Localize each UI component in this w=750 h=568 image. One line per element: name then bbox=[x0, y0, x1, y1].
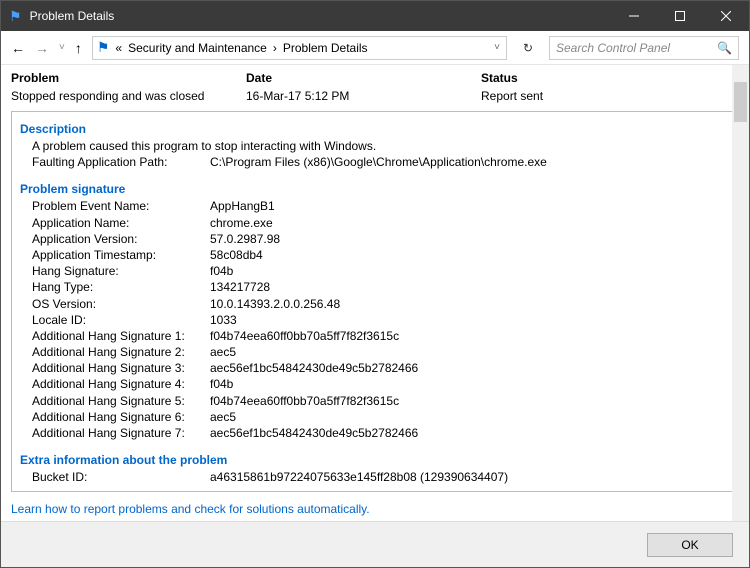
kv-value: aec5 bbox=[210, 409, 730, 425]
section-description: Description bbox=[20, 122, 730, 136]
kv-label: Application Name: bbox=[20, 215, 210, 231]
breadcrumb-item[interactable]: Problem Details bbox=[283, 41, 368, 55]
breadcrumb-sep: › bbox=[273, 41, 277, 55]
forward-button[interactable]: → bbox=[35, 40, 49, 56]
maximize-button[interactable] bbox=[657, 1, 703, 31]
kv-label: Locale ID: bbox=[20, 312, 210, 328]
kv-label: Bucket ID: bbox=[20, 469, 210, 485]
header-status: Status bbox=[481, 71, 739, 85]
kv-value: f04b74eea60ff0bb70a5ff7f82f3615c bbox=[210, 328, 730, 344]
faulting-path-value: C:\Program Files (x86)\Google\Chrome\App… bbox=[210, 154, 730, 170]
kv-value: f04b bbox=[210, 376, 730, 392]
kv-value: 57.0.2987.98 bbox=[210, 231, 730, 247]
kv-label: Application Timestamp: bbox=[20, 247, 210, 263]
flag-icon: ⚑ bbox=[97, 39, 110, 56]
summary-date: 16-Mar-17 5:12 PM bbox=[246, 89, 481, 103]
kv-label: Additional Hang Signature 4: bbox=[20, 376, 210, 392]
scrollbar[interactable] bbox=[732, 65, 749, 521]
close-button[interactable] bbox=[703, 1, 749, 31]
titlebar: ⚑ Problem Details bbox=[1, 1, 749, 31]
kv-value: f04b bbox=[210, 263, 730, 279]
summary-status: Report sent bbox=[481, 89, 739, 103]
detail-box: Description A problem caused this progra… bbox=[11, 111, 739, 492]
toolbar: ← → ˅ ↑ ⚑ « Security and Maintenance › P… bbox=[1, 31, 749, 65]
kv-label: Hang Signature: bbox=[20, 263, 210, 279]
button-row: OK bbox=[1, 521, 749, 567]
scrollbar-thumb[interactable] bbox=[734, 82, 747, 122]
minimize-button[interactable] bbox=[611, 1, 657, 31]
kv-label: Problem Event Name: bbox=[20, 198, 210, 214]
summary-row: Stopped responding and was closed 16-Mar… bbox=[11, 89, 739, 103]
address-bar[interactable]: ⚑ « Security and Maintenance › Problem D… bbox=[92, 36, 507, 60]
kv-value: aec56ef1bc54842430de49c5b2782466 bbox=[210, 360, 730, 376]
learn-link[interactable]: Learn how to report problems and check f… bbox=[11, 502, 739, 516]
kv-label: Additional Hang Signature 7: bbox=[20, 425, 210, 441]
recent-dropdown[interactable]: ˅ bbox=[59, 42, 65, 53]
kv-value: chrome.exe bbox=[210, 215, 730, 231]
back-button[interactable]: ← bbox=[11, 40, 25, 56]
kv-label: Additional Hang Signature 6: bbox=[20, 409, 210, 425]
kv-label: Additional Hang Signature 1: bbox=[20, 328, 210, 344]
refresh-button[interactable]: ↻ bbox=[517, 41, 539, 55]
header-problem: Problem bbox=[11, 71, 246, 85]
kv-label: Additional Hang Signature 3: bbox=[20, 360, 210, 376]
breadcrumb-prefix: « bbox=[115, 41, 122, 55]
section-signature: Problem signature bbox=[20, 182, 730, 196]
kv-label: Additional Hang Signature 2: bbox=[20, 344, 210, 360]
column-headers: Problem Date Status bbox=[11, 71, 739, 85]
section-extra: Extra information about the problem bbox=[20, 453, 730, 467]
kv-value: aec5 bbox=[210, 344, 730, 360]
content-area: Problem Date Status Stopped responding a… bbox=[1, 65, 749, 521]
kv-value: AppHangB1 bbox=[210, 198, 730, 214]
kv-value: 58c08db4 bbox=[210, 247, 730, 263]
kv-label: Application Version: bbox=[20, 231, 210, 247]
close-icon bbox=[721, 11, 731, 21]
kv-value: aec56ef1bc54842430de49c5b2782466 bbox=[210, 425, 730, 441]
privacy-link[interactable]: Read our privacy statement online bbox=[11, 520, 739, 521]
ok-button[interactable]: OK bbox=[647, 533, 733, 557]
minimize-icon bbox=[629, 11, 639, 21]
kv-value: 134217728 bbox=[210, 279, 730, 295]
summary-problem: Stopped responding and was closed bbox=[11, 89, 246, 103]
kv-value: 10.0.14393.2.0.0.256.48 bbox=[210, 296, 730, 312]
flag-icon: ⚑ bbox=[9, 8, 22, 25]
search-input[interactable]: Search Control Panel 🔍 bbox=[549, 36, 739, 60]
kv-label: Additional Hang Signature 5: bbox=[20, 393, 210, 409]
up-button[interactable]: ↑ bbox=[75, 40, 82, 56]
chevron-down-icon[interactable]: ˅ bbox=[494, 42, 500, 53]
links-area: Learn how to report problems and check f… bbox=[11, 502, 739, 521]
breadcrumb-item[interactable]: Security and Maintenance bbox=[128, 41, 267, 55]
window-title: Problem Details bbox=[30, 9, 611, 23]
kv-value: a46315861b97224075633e145ff28b08 (129390… bbox=[210, 469, 730, 485]
description-text: A problem caused this program to stop in… bbox=[20, 138, 730, 154]
header-date: Date bbox=[246, 71, 481, 85]
kv-value: 1033 bbox=[210, 312, 730, 328]
maximize-icon bbox=[675, 11, 685, 21]
faulting-path-label: Faulting Application Path: bbox=[20, 154, 210, 170]
kv-label: Hang Type: bbox=[20, 279, 210, 295]
search-placeholder: Search Control Panel bbox=[556, 41, 717, 55]
search-icon: 🔍 bbox=[717, 41, 732, 55]
kv-label: OS Version: bbox=[20, 296, 210, 312]
kv-value: f04b74eea60ff0bb70a5ff7f82f3615c bbox=[210, 393, 730, 409]
